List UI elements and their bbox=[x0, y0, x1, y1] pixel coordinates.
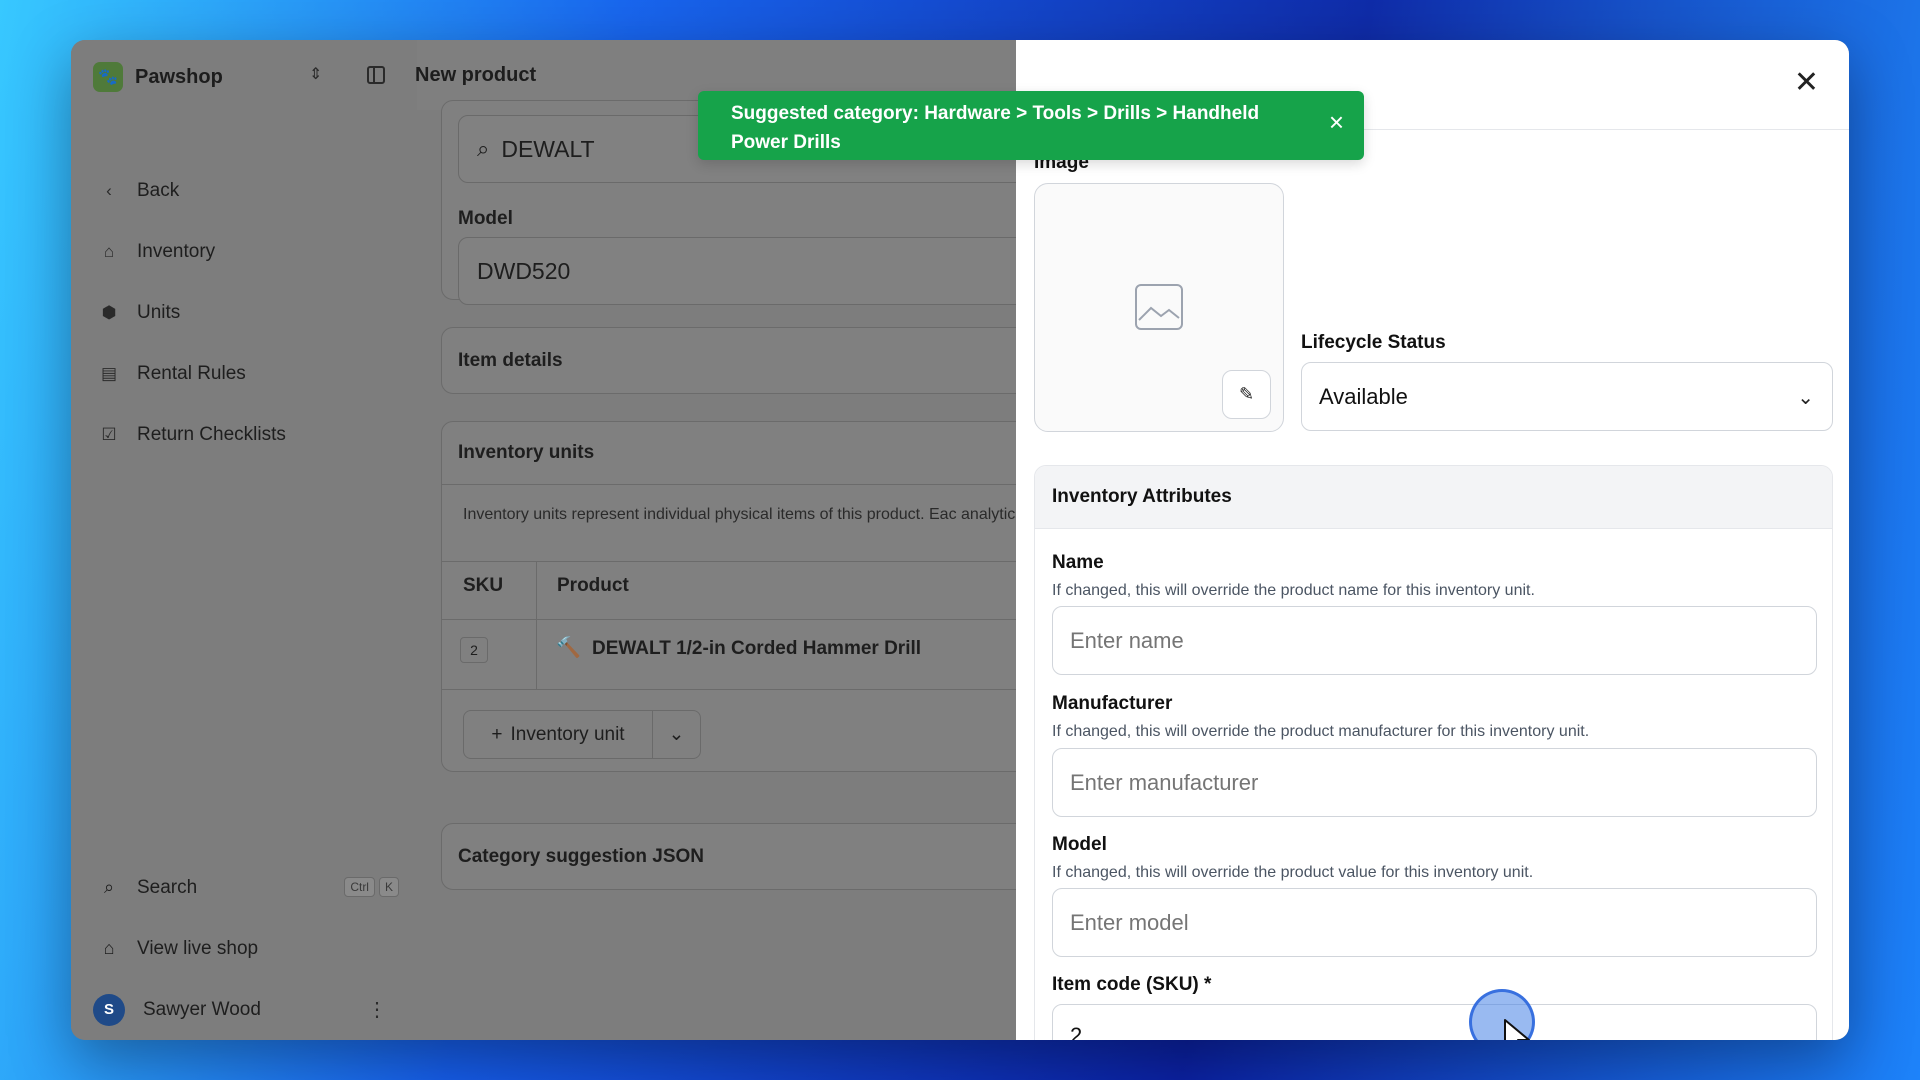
name-help: If changed, this will override the produ… bbox=[1052, 582, 1535, 599]
image-upload[interactable]: ✎ bbox=[1034, 183, 1284, 432]
page-title: New product bbox=[415, 64, 537, 86]
keyboard-shortcut: Ctrl K bbox=[344, 877, 399, 897]
sku-label: Item code (SKU) * bbox=[1052, 974, 1211, 996]
clipboard-check-icon: ☑ bbox=[101, 424, 117, 444]
brand-switcher[interactable]: 🐾 Pawshop bbox=[93, 62, 223, 92]
chevron-updown-icon[interactable]: ⇕ bbox=[309, 64, 322, 84]
inventory-attributes-title: Inventory Attributes bbox=[1035, 466, 1832, 529]
sidebar-item-label: Back bbox=[137, 179, 180, 201]
inventory-units-description: Inventory units represent individual phy… bbox=[463, 506, 1028, 523]
inventory-units-section: Inventory units Inventory units represen… bbox=[441, 421, 1061, 772]
model-input[interactable] bbox=[1052, 888, 1817, 957]
plus-icon: + bbox=[491, 723, 503, 745]
tag-icon: ⌂ bbox=[103, 241, 115, 261]
inventory-attributes-panel: Inventory Attributes Name If changed, th… bbox=[1034, 465, 1833, 1040]
add-options-dropdown[interactable]: ⌄ bbox=[653, 711, 700, 758]
name-input[interactable] bbox=[1052, 606, 1817, 675]
chevron-left-icon: ‹ bbox=[106, 180, 112, 200]
app-window: 🐾 Pawshop ⇕ New product ‹ Back ⌂ Invento… bbox=[71, 40, 1849, 1040]
add-inventory-unit-label: Inventory unit bbox=[510, 723, 625, 745]
name-label: Name bbox=[1052, 552, 1104, 573]
close-icon[interactable]: × bbox=[1329, 109, 1344, 135]
sidebar-item-label: Rental Rules bbox=[137, 362, 246, 384]
item-details-title: Item details bbox=[458, 350, 563, 371]
box-icon: ⬢ bbox=[101, 302, 117, 322]
category-suggestion-toast: Suggested category: Hardware > Tools > D… bbox=[698, 91, 1364, 160]
chevron-down-icon: ⌄ bbox=[668, 724, 685, 745]
inventory-units-title: Inventory units bbox=[458, 442, 595, 463]
drill-icon: 🔨 bbox=[556, 637, 581, 659]
sidebar-item-units[interactable]: ⬢ Units bbox=[99, 282, 286, 343]
sidebar-item-label: Inventory bbox=[137, 240, 216, 262]
view-live-shop-link[interactable]: ⌂ View live shop bbox=[99, 918, 399, 979]
sidebar-item-inventory[interactable]: ⌂ Inventory bbox=[99, 221, 286, 282]
view-live-shop-label: View live shop bbox=[137, 937, 259, 959]
search-icon: ⌕ bbox=[477, 136, 490, 161]
store-icon: ⌂ bbox=[103, 938, 115, 958]
model-help: If changed, this will override the produ… bbox=[1052, 864, 1534, 881]
lifecycle-status-value: Available bbox=[1319, 383, 1408, 409]
sku-label-text: Item code (SKU) bbox=[1052, 974, 1199, 995]
image-placeholder-icon bbox=[1135, 284, 1183, 330]
manufacturer-label: Manufacturer bbox=[1052, 693, 1173, 714]
inventory-unit-drawer: ✕ Image ✎ Lifecycle Status Available ⌄ I… bbox=[1016, 40, 1849, 1040]
brand-logo-icon: 🐾 bbox=[93, 62, 123, 92]
sidebar-footer: ⌕ Search Ctrl K ⌂ View live shop S Sawye… bbox=[93, 857, 399, 1040]
sidebar-item-back[interactable]: ‹ Back bbox=[99, 160, 286, 221]
avatar: S bbox=[93, 993, 125, 1026]
kbd-k: K bbox=[378, 877, 399, 897]
mouse-cursor-icon bbox=[1504, 1019, 1530, 1040]
chevron-down-icon: ⌄ bbox=[1797, 387, 1814, 409]
model-label: Model bbox=[1052, 834, 1107, 855]
manufacturer-help: If changed, this will override the produ… bbox=[1052, 723, 1590, 740]
model-input[interactable]: DWD520 bbox=[458, 237, 1078, 305]
sidebar: 🐾 Pawshop ⇕ New product ‹ Back ⌂ Invento… bbox=[71, 40, 536, 1040]
sidebar-nav: ‹ Back ⌂ Inventory ⬢ Units ▤ Rental Rule… bbox=[99, 160, 286, 465]
sku-input[interactable]: 2 bbox=[1052, 1004, 1817, 1040]
search-label: Search bbox=[137, 876, 198, 898]
sku-value: 2 bbox=[1070, 1023, 1083, 1040]
product-name: DEWALT 1/2-in Corded Hammer Drill bbox=[592, 638, 922, 659]
user-name: Sawyer Wood bbox=[143, 998, 261, 1020]
category-json-title: Category suggestion JSON bbox=[458, 846, 704, 867]
kbd-ctrl: Ctrl bbox=[344, 877, 375, 897]
toast-message: Suggested category: Hardware > Tools > D… bbox=[731, 103, 1260, 153]
add-inventory-unit-group: + Inventory unit ⌄ bbox=[463, 710, 701, 759]
table-header-product: Product bbox=[557, 575, 629, 596]
close-icon[interactable]: ✕ bbox=[1794, 68, 1819, 98]
sidebar-item-return-checklists[interactable]: ☑ Return Checklists bbox=[99, 404, 286, 465]
more-vertical-icon[interactable]: ⋮ bbox=[367, 997, 387, 1022]
sidebar-toggle-icon[interactable] bbox=[367, 66, 385, 84]
lifecycle-status-select[interactable]: Available ⌄ bbox=[1301, 362, 1833, 431]
category-json-section[interactable]: Category suggestion JSON bbox=[441, 823, 1061, 890]
sidebar-item-label: Return Checklists bbox=[137, 423, 286, 445]
edit-image-button[interactable]: ✎ bbox=[1222, 370, 1271, 419]
manufacturer-input[interactable] bbox=[1052, 748, 1817, 817]
table-header-sku: SKU bbox=[463, 575, 504, 596]
add-inventory-unit-button[interactable]: + Inventory unit bbox=[464, 711, 653, 758]
sku-badge: 2 bbox=[460, 637, 488, 663]
item-details-section[interactable]: Item details bbox=[441, 327, 1061, 394]
sidebar-item-label: Units bbox=[137, 301, 181, 323]
required-mark: * bbox=[1204, 974, 1212, 995]
lifecycle-status-label: Lifecycle Status bbox=[1301, 332, 1446, 353]
search-icon: ⌕ bbox=[103, 877, 115, 897]
brand-search-value: DEWALT bbox=[501, 135, 595, 162]
model-label: Model bbox=[458, 208, 513, 229]
sidebar-item-rental-rules[interactable]: ▤ Rental Rules bbox=[99, 343, 286, 404]
model-value: DWD520 bbox=[477, 257, 571, 284]
sidebar-search[interactable]: ⌕ Search Ctrl K bbox=[99, 857, 399, 918]
brand-name: Pawshop bbox=[135, 65, 223, 88]
user-menu[interactable]: S Sawyer Wood ⋮ bbox=[93, 979, 399, 1040]
pencil-icon: ✎ bbox=[1238, 384, 1255, 404]
receipt-icon: ▤ bbox=[100, 363, 118, 383]
